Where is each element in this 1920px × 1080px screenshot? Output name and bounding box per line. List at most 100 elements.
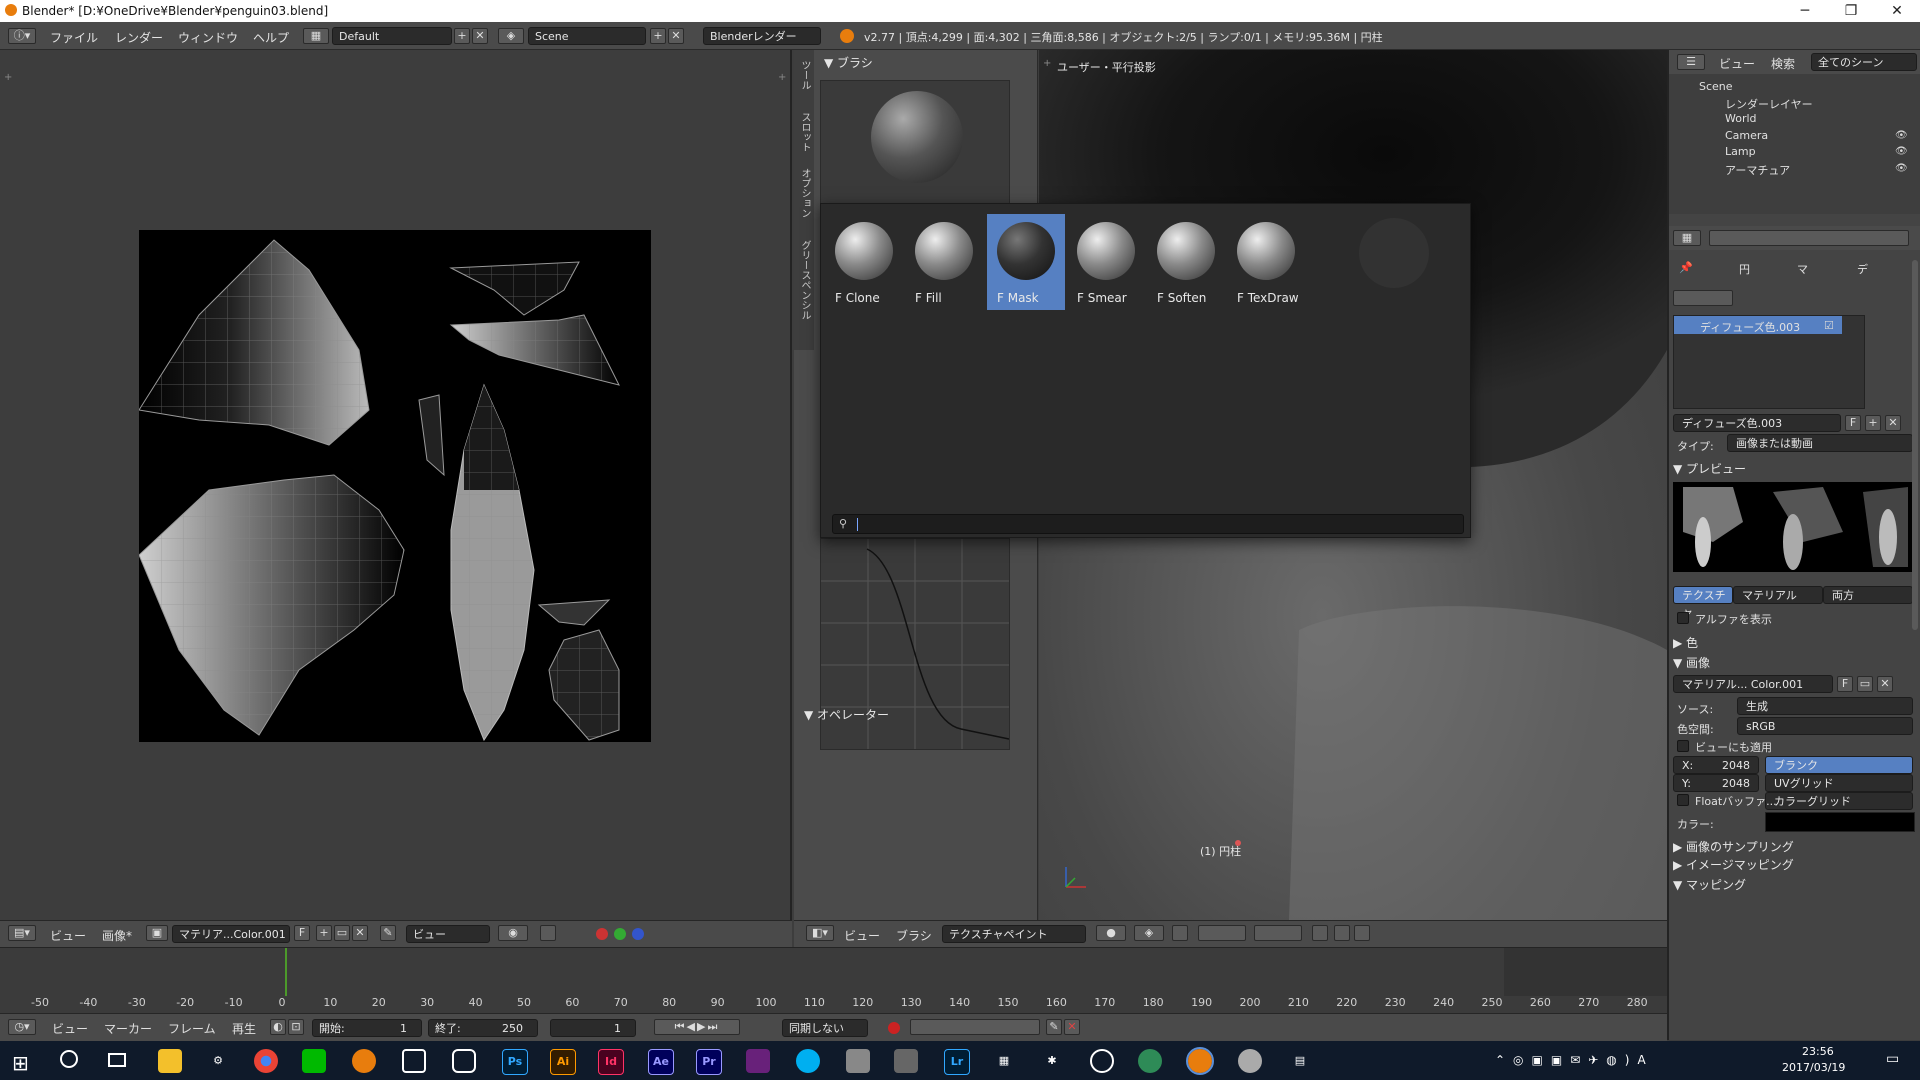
- image-name-field[interactable]: マテリアル... Color.001: [1673, 675, 1833, 693]
- taskbar-date[interactable]: 2017/03/19: [1782, 1061, 1845, 1074]
- menu-playback[interactable]: 再生: [232, 1020, 256, 1037]
- generated-color-swatch[interactable]: [1765, 812, 1915, 832]
- pin-icon[interactable]: 📌: [1679, 261, 1693, 274]
- tab-grease-pencil[interactable]: グリースペンシル: [797, 240, 812, 320]
- preview-tab-material[interactable]: マテリアル: [1733, 586, 1823, 604]
- system-tray-icons[interactable]: ⌃◎▣▣✉✈◍)A: [1495, 1053, 1654, 1067]
- brush-smear[interactable]: F Smear: [1067, 214, 1145, 310]
- search-icon[interactable]: [60, 1050, 78, 1068]
- checkbox-icon[interactable]: ☑: [1824, 319, 1834, 332]
- scene-icon[interactable]: ◈: [498, 28, 524, 44]
- start-frame-field[interactable]: 開始: 1: [312, 1019, 422, 1037]
- current-frame-indicator[interactable]: [285, 948, 287, 996]
- editor-type-button[interactable]: ▤▾: [8, 925, 36, 941]
- preview-section-header[interactable]: ▼ プレビュー: [1673, 460, 1746, 477]
- color-section-header[interactable]: ▶ 色: [1673, 634, 1698, 651]
- display-rgb-button[interactable]: [540, 925, 556, 941]
- movie-editor-icon[interactable]: [402, 1049, 426, 1073]
- corner-plus-icon[interactable]: +: [1043, 58, 1051, 69]
- app-icon[interactable]: ✱: [1040, 1049, 1064, 1073]
- display-mode-dropdown[interactable]: 全てのシーン: [1811, 53, 1917, 71]
- sync-dropdown[interactable]: 同期しない: [782, 1019, 868, 1037]
- source-dropdown[interactable]: 生成: [1737, 697, 1913, 715]
- float-buffer-checkbox[interactable]: [1677, 794, 1689, 806]
- brush-soften[interactable]: F Soften: [1147, 214, 1225, 310]
- tab-tools[interactable]: ツール: [797, 60, 812, 90]
- 3d-cursor-icon[interactable]: [1235, 840, 1241, 846]
- eye-icon[interactable]: 👁: [1895, 130, 1908, 141]
- texture-type-dropdown[interactable]: 画像または動画: [1727, 434, 1913, 452]
- app-icon[interactable]: [1138, 1049, 1162, 1073]
- shading-button[interactable]: ●: [1096, 925, 1126, 941]
- generated-type-uv-grid[interactable]: UVグリッド: [1765, 774, 1913, 792]
- keying-set-field[interactable]: [910, 1019, 1040, 1035]
- image-fake-user-button[interactable]: F: [1837, 676, 1853, 692]
- layout-add-button[interactable]: +: [454, 28, 470, 44]
- outliner-item-armature[interactable]: アーマチュア: [1725, 162, 1790, 178]
- after-effects-icon[interactable]: Ae: [648, 1049, 674, 1075]
- preview-tab-both[interactable]: 両方: [1823, 586, 1913, 604]
- layout-field[interactable]: Default: [332, 27, 452, 45]
- lock-icon[interactable]: ⊡: [288, 1019, 304, 1035]
- outliner-item-world[interactable]: World: [1725, 112, 1757, 125]
- indesign-icon[interactable]: Id: [598, 1049, 624, 1075]
- mapping-section-header[interactable]: ▼ マッピング: [1673, 876, 1746, 893]
- chrome-icon[interactable]: [254, 1049, 278, 1073]
- layer-buttons[interactable]: [1254, 925, 1302, 941]
- end-frame-field[interactable]: 終了: 250: [428, 1019, 538, 1037]
- menu-frame[interactable]: フレーム: [168, 1020, 216, 1037]
- tab-options[interactable]: オプション: [797, 168, 812, 218]
- calculator-icon[interactable]: ▤: [1288, 1049, 1312, 1073]
- blue-channel-icon[interactable]: [632, 928, 644, 940]
- notification-icon[interactable]: ▭: [1886, 1051, 1899, 1067]
- uv-texture-canvas[interactable]: [138, 230, 651, 742]
- corner-plus-icon[interactable]: +: [4, 72, 12, 83]
- outliner-item-render-layers[interactable]: レンダーレイヤー: [1725, 96, 1813, 112]
- open-image-button[interactable]: ▭: [334, 925, 350, 941]
- width-field[interactable]: X: 2048: [1673, 756, 1759, 774]
- colorspace-dropdown[interactable]: sRGB: [1737, 717, 1913, 735]
- texture-context-buttons[interactable]: [1673, 290, 1733, 306]
- brush-preview[interactable]: [820, 80, 1010, 222]
- outliner-item-scene[interactable]: Scene: [1699, 80, 1733, 93]
- taskbar-time[interactable]: 23:56: [1802, 1045, 1834, 1058]
- texture-mask-icon[interactable]: [1172, 925, 1188, 941]
- line-icon[interactable]: [302, 1049, 326, 1073]
- app-icon[interactable]: [846, 1049, 870, 1073]
- editor-type-button[interactable]: ▦: [1673, 230, 1701, 246]
- brush-fill[interactable]: F Fill: [905, 214, 983, 310]
- scene-add-button[interactable]: +: [650, 28, 666, 44]
- outliner-item-lamp[interactable]: Lamp: [1725, 145, 1756, 158]
- current-frame-field[interactable]: 1: [550, 1019, 636, 1037]
- texture-slot-list[interactable]: ディフューズ色.003 ☑: [1673, 315, 1865, 409]
- layout-remove-button[interactable]: ✕: [472, 28, 488, 44]
- menu-render[interactable]: レンダー: [115, 29, 163, 46]
- fake-user-button[interactable]: F: [294, 925, 310, 941]
- image-name-field[interactable]: マテリア...Color.001: [172, 925, 290, 943]
- brush-clone[interactable]: F Clone: [825, 214, 903, 310]
- scene-remove-button[interactable]: ✕: [668, 28, 684, 44]
- sampling-section-header[interactable]: ▶ 画像のサンプリング: [1673, 838, 1794, 855]
- maximize-button[interactable]: ❐: [1828, 0, 1874, 22]
- visual-studio-icon[interactable]: [746, 1049, 770, 1073]
- new-image-button[interactable]: +: [316, 925, 332, 941]
- height-field[interactable]: Y: 2048: [1673, 774, 1759, 792]
- render-anim-icon[interactable]: [1354, 925, 1370, 941]
- brush-texdraw[interactable]: F TexDraw: [1227, 214, 1305, 310]
- unlink-image-button[interactable]: ✕: [352, 925, 368, 941]
- editor-type-button[interactable]: ⓘ▾: [8, 28, 36, 44]
- pivot-button[interactable]: ◉: [498, 925, 528, 941]
- start-button-icon[interactable]: ⊞: [12, 1051, 29, 1075]
- layout-icon[interactable]: ▦: [303, 28, 329, 44]
- tab-slots[interactable]: スロット: [797, 112, 812, 152]
- texture-unlink-button[interactable]: ✕: [1885, 415, 1901, 431]
- red-channel-icon[interactable]: [596, 928, 608, 940]
- illustrator-icon[interactable]: Ai: [550, 1049, 576, 1075]
- green-channel-icon[interactable]: [614, 928, 626, 940]
- texture-name-field[interactable]: ディフューズ色.003: [1673, 414, 1841, 432]
- image-browse-button[interactable]: ▣: [146, 925, 168, 941]
- image-section-header[interactable]: ▼ 画像: [1673, 654, 1710, 671]
- open-image-button[interactable]: ▭: [1857, 676, 1873, 692]
- unlink-image-button[interactable]: ✕: [1877, 676, 1893, 692]
- keying-icon[interactable]: ◐: [270, 1019, 286, 1035]
